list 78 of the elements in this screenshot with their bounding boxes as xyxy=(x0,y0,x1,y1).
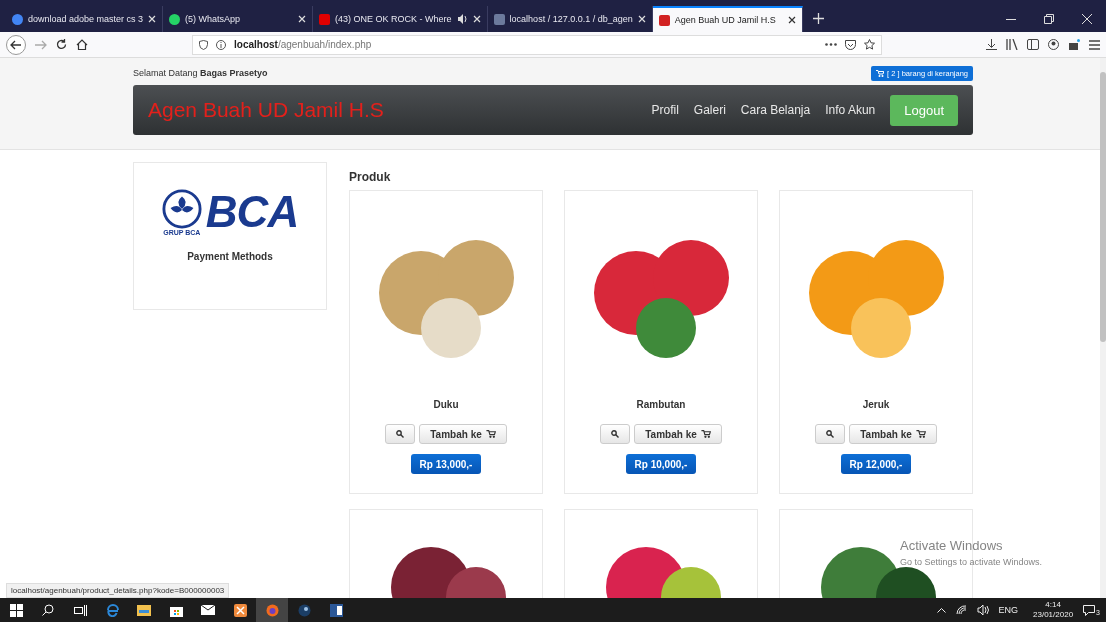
tab-title: download adobe master cs 3 xyxy=(28,14,144,24)
tab-title: Agen Buah UD Jamil H.S xyxy=(674,15,777,25)
word-app-icon[interactable] xyxy=(329,603,343,617)
address-bar[interactable]: localhost/agenbuah/index.php xyxy=(192,34,882,55)
favicon-icon xyxy=(658,14,670,26)
payment-caption: Payment Methods xyxy=(187,251,273,262)
detail-button[interactable] xyxy=(600,424,631,444)
favicon-icon xyxy=(319,13,331,25)
bank-logo-icon xyxy=(161,188,202,229)
tab-title: (5) WhatsApp xyxy=(185,14,242,24)
firefox-icon[interactable] xyxy=(265,603,279,617)
task-view-icon[interactable] xyxy=(73,604,87,616)
account-icon[interactable] xyxy=(1048,39,1059,50)
cart-icon xyxy=(700,430,711,438)
price-button[interactable]: Rp 12,000,- xyxy=(840,454,912,474)
speaker-icon[interactable] xyxy=(456,14,468,24)
url-text: localhost/agenbuah/index.php xyxy=(234,39,372,50)
status-link-text: localhost/agenbuah/product_details.php?kode=B000000003 xyxy=(6,583,230,598)
detail-button[interactable] xyxy=(385,424,416,444)
scrollbar[interactable] xyxy=(1100,58,1106,598)
product-name: Rambutan xyxy=(636,399,686,410)
cart-icon xyxy=(876,69,885,77)
product-name: Jeruk xyxy=(862,399,890,410)
welcome-text: Selamat Datang Bagas Prasetyo xyxy=(133,68,268,78)
back-icon[interactable] xyxy=(6,34,26,55)
browser-app-icon[interactable] xyxy=(105,603,119,617)
server-app-icon[interactable] xyxy=(233,603,247,617)
search-icon xyxy=(396,430,405,438)
notification-icon xyxy=(1083,604,1096,616)
add-to-cart-button[interactable]: Tambah ke xyxy=(419,424,507,444)
shield-icon xyxy=(199,39,208,50)
new-tab-icon[interactable] xyxy=(812,13,824,24)
mail-icon[interactable] xyxy=(201,605,215,615)
add-to-cart-button[interactable]: Tambah ke xyxy=(849,424,937,444)
library-icon[interactable] xyxy=(1006,39,1018,50)
nav-link[interactable]: Info Akun xyxy=(825,103,876,117)
search-icon xyxy=(611,430,620,438)
detail-button[interactable] xyxy=(815,424,846,444)
tab-title: (43) ONE OK ROCK - Where xyxy=(335,14,452,24)
favicon-icon xyxy=(493,13,505,25)
nav-link[interactable]: Profil xyxy=(651,103,679,117)
add-to-cart-button[interactable]: Tambah ke xyxy=(634,424,722,444)
gift-icon[interactable] xyxy=(1068,39,1080,50)
price-button[interactable]: Rp 13,000,- xyxy=(410,454,482,474)
price-button[interactable]: Rp 10,000,- xyxy=(625,454,697,474)
more-icon[interactable] xyxy=(825,43,837,46)
reload-icon[interactable] xyxy=(56,39,67,50)
tab-title: localhost / 127.0.0.1 / db_agen xyxy=(509,14,633,24)
star-icon[interactable] xyxy=(864,39,875,50)
cart-icon xyxy=(485,430,496,438)
restore-icon[interactable] xyxy=(1044,14,1054,24)
nav-link[interactable]: Cara Belanja xyxy=(740,103,811,117)
cart-icon xyxy=(915,430,926,438)
volume-icon[interactable] xyxy=(976,605,989,615)
pocket-icon[interactable] xyxy=(845,39,856,50)
start-icon[interactable] xyxy=(9,603,23,617)
nav-link[interactable]: Galeri xyxy=(693,103,726,117)
section-title: Produk xyxy=(349,170,392,184)
favicon-icon xyxy=(169,13,181,25)
search-icon[interactable] xyxy=(42,604,54,616)
favicon-icon xyxy=(12,13,23,25)
bank-logo-text: BCA xyxy=(205,187,299,237)
product-name: Duku xyxy=(433,399,459,410)
language-indicator[interactable]: ENG xyxy=(998,605,1019,615)
activation-title: Activate Windows xyxy=(900,538,1004,553)
close-icon[interactable] xyxy=(787,16,796,24)
search-icon xyxy=(826,430,835,438)
game-app-icon[interactable] xyxy=(297,603,311,617)
home-icon[interactable] xyxy=(76,39,88,50)
browser-tab[interactable]: Agen Buah UD Jamil H.S xyxy=(652,6,803,32)
network-icon[interactable] xyxy=(955,605,967,615)
info-icon xyxy=(216,39,226,50)
folder-icon[interactable] xyxy=(137,604,151,616)
activation-subtitle: Go to Settings to activate Windows. xyxy=(900,557,1043,567)
sidebar-icon[interactable] xyxy=(1027,39,1039,50)
download-icon[interactable] xyxy=(986,39,997,50)
menu-icon[interactable] xyxy=(1089,39,1100,50)
clock[interactable]: 4:14 23/01/2020 xyxy=(1033,600,1074,620)
